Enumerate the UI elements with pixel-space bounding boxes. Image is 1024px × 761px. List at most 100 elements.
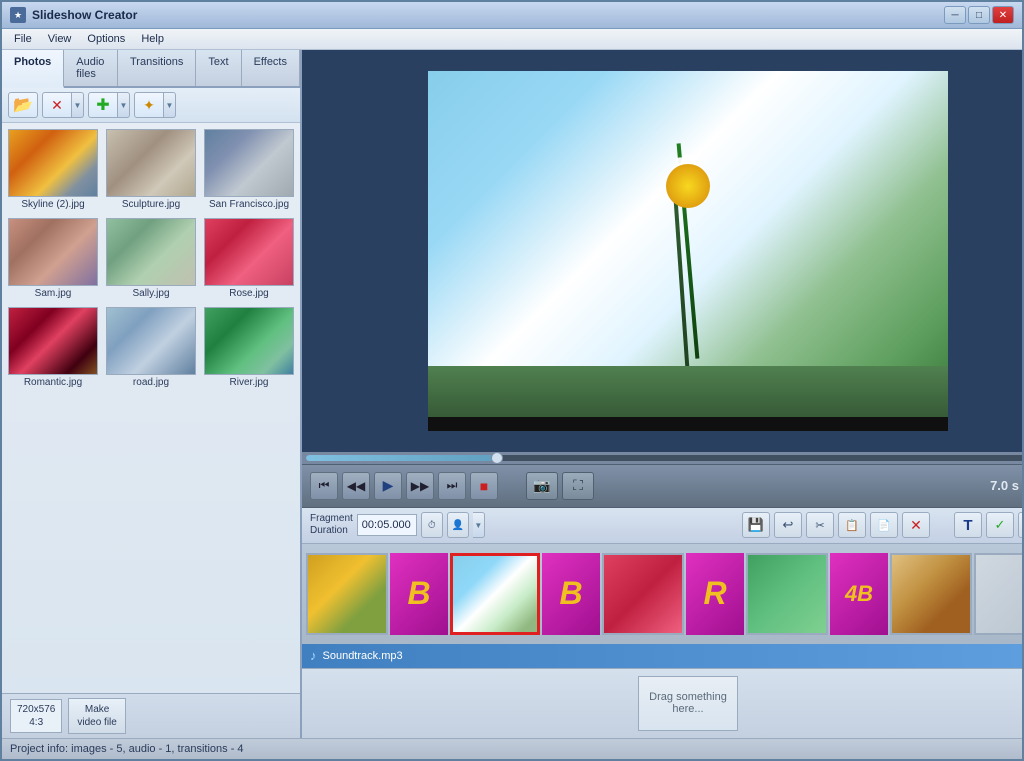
photo-thumbnail [8,129,98,197]
timeline-item-rose[interactable] [602,553,684,635]
timeline-scroll[interactable]: B B R 4B [302,544,1024,644]
text-overlay-button[interactable]: T [954,512,982,538]
star-button[interactable]: ✦ [134,92,164,118]
photo-thumbnail [106,129,196,197]
timeline-item[interactable] [306,553,388,635]
flower-center [666,164,710,208]
list-item[interactable]: River.jpg [202,305,296,390]
photo-label: Rose.jpg [229,288,268,299]
duration-dropdown[interactable]: ▼ [473,512,485,538]
delete-dropdown[interactable]: ▼ [72,92,84,118]
copy-button[interactable]: 📋 [838,512,866,538]
photo-label: Skyline (2).jpg [21,199,84,210]
scrubber-handle[interactable] [491,452,503,464]
goto-end-button[interactable]: ⏭ [438,472,466,500]
minimize-button[interactable]: ─ [944,6,966,24]
timeline-item-bee[interactable] [890,553,972,635]
maximize-button[interactable]: □ [968,6,990,24]
scrubber-track[interactable] [306,455,1024,461]
confirm-button[interactable]: ✓ [986,512,1014,538]
screenshot-button[interactable]: 📷 [526,472,558,500]
drag-zone-text: Drag something here... [643,691,733,715]
preview-image [428,71,948,431]
delete-tl-button[interactable]: ✕ [902,512,930,538]
timeline-text-item-4b[interactable]: 4B [830,553,888,635]
tab-effects[interactable]: Effects [242,50,300,86]
timeline-item-nature[interactable] [746,553,828,635]
stop-button[interactable]: ■ [470,472,498,500]
photo-thumbnail [204,307,294,375]
status-text: Project info: images - 5, audio - 1, tra… [10,743,244,755]
list-item[interactable]: Sculpture.jpg [104,127,198,212]
tab-transitions[interactable]: Transitions [118,50,196,86]
photo-thumbnail [204,218,294,286]
timeline-toolbar: FragmentDuration ⏱ 👤 ▼ 💾 ↩ ✂ 📋 📄 ✕ T ✓ ▼… [302,508,1024,544]
status-bar: Project info: images - 5, audio - 1, tra… [2,738,1022,759]
goto-start-button[interactable]: ⏮ [310,472,338,500]
photo-label: road.jpg [133,377,169,388]
video-size-display: 720x5764:3 [10,699,62,733]
add-button[interactable]: ✚ [88,92,118,118]
delete-button[interactable]: ✕ [42,92,72,118]
star-dropdown[interactable]: ▼ [164,92,176,118]
undo-button[interactable]: ↩ [774,512,802,538]
title-bar: ★ Slideshow Creator ─ □ ✕ [2,2,1022,29]
timeline-item-selected[interactable] [450,553,540,635]
app-window: ★ Slideshow Creator ─ □ ✕ File View Opti… [0,0,1024,761]
menu-file[interactable]: File [6,31,40,47]
preview-bottom-bar [428,417,948,431]
list-item[interactable]: Skyline (2).jpg [6,127,100,212]
duration-input[interactable] [357,514,417,536]
drag-zone[interactable]: Drag something here... [302,668,1024,738]
tab-photos[interactable]: Photos [2,50,64,88]
step-forward-button[interactable]: ▶▶ [406,472,434,500]
list-item[interactable]: Sam.jpg [6,216,100,301]
soundtrack-label: Soundtrack.mp3 [323,650,403,662]
make-video-button[interactable]: Makevideo file [68,698,125,734]
current-time: 7.0 s [990,478,1019,493]
list-item[interactable]: Sally.jpg [104,216,198,301]
photo-grid: Skyline (2).jpg Sculpture.jpg San Franci… [2,123,300,692]
flower-stem [672,179,690,377]
list-item[interactable]: road.jpg [104,305,198,390]
add-dropdown[interactable]: ▼ [118,92,130,118]
left-panel: Photos Audio files Transitions Text Effe… [2,50,302,737]
menu-view[interactable]: View [40,31,80,47]
paste-button[interactable]: 📄 [870,512,898,538]
fragment-label: FragmentDuration [310,513,353,537]
photo-label: River.jpg [230,377,269,388]
list-item[interactable]: Romantic.jpg [6,305,100,390]
scrubber-bar[interactable] [302,452,1024,464]
menu-options[interactable]: Options [79,31,133,47]
cut-button[interactable]: ✂ [806,512,834,538]
duration-option-button[interactable]: 👤 [447,512,469,538]
menu-help[interactable]: Help [133,31,172,47]
timeline-text-item-r[interactable]: R [686,553,744,635]
fullscreen-button[interactable]: ⛶ [562,472,594,500]
photo-label: Sculpture.jpg [122,199,180,210]
list-item[interactable]: Rose.jpg [202,216,296,301]
tab-audio-files[interactable]: Audio files [64,50,118,86]
photo-label: Sam.jpg [35,288,72,299]
music-icon: ♪ [310,648,317,663]
photo-thumbnail [8,307,98,375]
delete-button-group: ✕ ▼ [42,92,84,118]
timeline-text-item-2[interactable]: B [542,553,600,635]
list-item[interactable]: San Francisco.jpg [202,127,296,212]
tab-text[interactable]: Text [196,50,241,86]
play-button[interactable]: ▶ [374,472,402,500]
photo-thumbnail [204,129,294,197]
timeline-text-item[interactable]: B [390,553,448,635]
open-folder-button[interactable]: 📂 [8,92,38,118]
step-back-button[interactable]: ◀◀ [342,472,370,500]
duration-set-button[interactable]: ⏱ [421,512,443,538]
photo-thumbnail [8,218,98,286]
drag-drop-box[interactable]: Drag something here... [638,676,738,731]
close-button[interactable]: ✕ [992,6,1014,24]
more-options-dropdown[interactable]: ▼ [1018,512,1024,538]
timeline-empty-slot[interactable] [974,553,1024,635]
save-button[interactable]: 💾 [742,512,770,538]
photo-label: Romantic.jpg [24,377,82,388]
star-button-group: ✦ ▼ [134,92,176,118]
time-display: 7.0 s / 33.0 s [990,478,1024,493]
